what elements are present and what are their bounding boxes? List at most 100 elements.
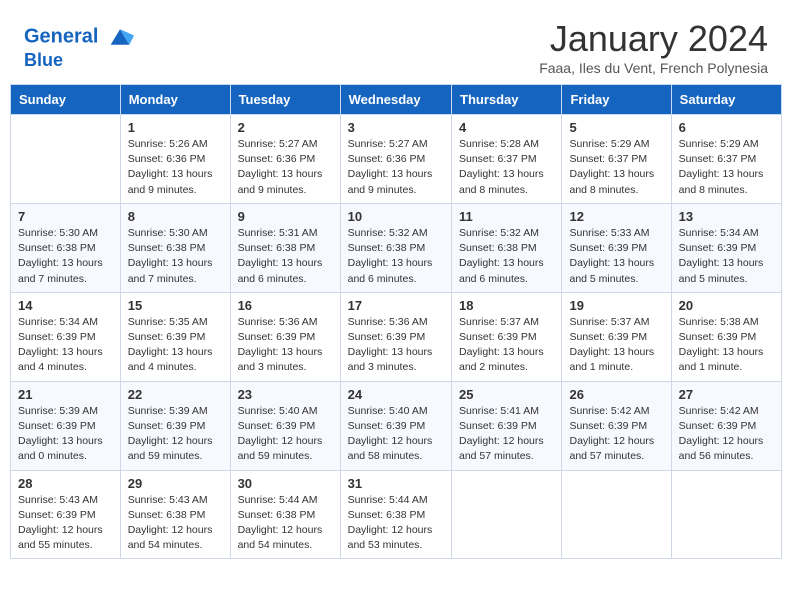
- calendar-cell: 23 Sunrise: 5:40 AM Sunset: 6:39 PM Dayli…: [230, 381, 340, 470]
- weekday-header-tuesday: Tuesday: [230, 85, 340, 115]
- day-info: Sunrise: 5:33 AM Sunset: 6:39 PM Dayligh…: [569, 226, 663, 287]
- calendar-week-4: 21Sunrise: 5:39 AM Sunset: 6:39 PM Dayli…: [11, 381, 782, 470]
- day-info: Sunrise: 5:44 AM Sunset: 6:38 PM Dayligh…: [238, 493, 333, 554]
- day-number: 5: [569, 120, 663, 135]
- calendar-cell: [562, 470, 671, 559]
- calendar-cell: 16 Sunrise: 5:36 AM Sunset: 6:39 PM Dayli…: [230, 292, 340, 381]
- calendar-cell: 15 Sunrise: 5:35 AM Sunset: 6:39 PM Dayli…: [120, 292, 230, 381]
- page-header: General Blue January 2024 Faaa, Iles du …: [0, 0, 792, 84]
- weekday-header-monday: Monday: [120, 85, 230, 115]
- day-number: 12: [569, 209, 663, 224]
- day-info: Sunrise: 5:44 AM Sunset: 6:38 PM Dayligh…: [348, 493, 444, 554]
- calendar-cell: 22Sunrise: 5:39 AM Sunset: 6:39 PM Dayli…: [120, 381, 230, 470]
- day-number: 24: [348, 387, 444, 402]
- day-info: Sunrise: 5:27 AM Sunset: 6:36 PM Dayligh…: [238, 137, 333, 198]
- day-number: 2: [238, 120, 333, 135]
- calendar-cell: 26 Sunrise: 5:42 AM Sunset: 6:39 PM Dayli…: [562, 381, 671, 470]
- location-subtitle: Faaa, Iles du Vent, French Polynesia: [539, 60, 768, 76]
- calendar-week-3: 14Sunrise: 5:34 AM Sunset: 6:39 PM Dayli…: [11, 292, 782, 381]
- calendar-week-5: 28 Sunrise: 5:43 AM Sunset: 6:39 PM Dayli…: [11, 470, 782, 559]
- calendar-container: SundayMondayTuesdayWednesdayThursdayFrid…: [0, 84, 792, 569]
- calendar-cell: [671, 470, 781, 559]
- day-number: 23: [238, 387, 333, 402]
- day-info: Sunrise: 5:43 AM Sunset: 6:38 PM Dayligh…: [128, 493, 223, 554]
- day-number: 20: [679, 298, 774, 313]
- day-number: 3: [348, 120, 444, 135]
- day-number: 17: [348, 298, 444, 313]
- calendar-cell: 27 Sunrise: 5:42 AM Sunset: 6:39 PM Dayli…: [671, 381, 781, 470]
- day-number: 9: [238, 209, 333, 224]
- title-block: January 2024 Faaa, Iles du Vent, French …: [539, 18, 768, 76]
- calendar-cell: 28 Sunrise: 5:43 AM Sunset: 6:39 PM Dayli…: [11, 470, 121, 559]
- day-info: Sunrise: 5:34 AM Sunset: 6:39 PM Dayligh…: [679, 226, 774, 287]
- day-info: Sunrise: 5:26 AM Sunset: 6:36 PM Dayligh…: [128, 137, 223, 198]
- logo-blue: Blue: [24, 51, 134, 71]
- day-info: Sunrise: 5:32 AM Sunset: 6:38 PM Dayligh…: [459, 226, 554, 287]
- day-info: Sunrise: 5:28 AM Sunset: 6:37 PM Dayligh…: [459, 137, 554, 198]
- day-info: Sunrise: 5:40 AM Sunset: 6:39 PM Dayligh…: [238, 404, 333, 465]
- day-info: Sunrise: 5:35 AM Sunset: 6:39 PM Dayligh…: [128, 315, 223, 376]
- day-info: Sunrise: 5:42 AM Sunset: 6:39 PM Dayligh…: [679, 404, 774, 465]
- day-number: 14: [18, 298, 113, 313]
- calendar-cell: 17 Sunrise: 5:36 AM Sunset: 6:39 PM Dayli…: [340, 292, 451, 381]
- day-number: 31: [348, 476, 444, 491]
- day-info: Sunrise: 5:29 AM Sunset: 6:37 PM Dayligh…: [569, 137, 663, 198]
- day-info: Sunrise: 5:36 AM Sunset: 6:39 PM Dayligh…: [238, 315, 333, 376]
- month-title: January 2024: [539, 18, 768, 60]
- day-number: 4: [459, 120, 554, 135]
- day-number: 26: [569, 387, 663, 402]
- day-info: Sunrise: 5:41 AM Sunset: 6:39 PM Dayligh…: [459, 404, 554, 465]
- weekday-header-thursday: Thursday: [452, 85, 562, 115]
- calendar-cell: 1Sunrise: 5:26 AM Sunset: 6:36 PM Daylig…: [120, 115, 230, 204]
- day-info: Sunrise: 5:42 AM Sunset: 6:39 PM Dayligh…: [569, 404, 663, 465]
- day-info: Sunrise: 5:37 AM Sunset: 6:39 PM Dayligh…: [569, 315, 663, 376]
- day-number: 11: [459, 209, 554, 224]
- day-info: Sunrise: 5:36 AM Sunset: 6:39 PM Dayligh…: [348, 315, 444, 376]
- day-number: 15: [128, 298, 223, 313]
- calendar-cell: 8 Sunrise: 5:30 AM Sunset: 6:38 PM Daylig…: [120, 203, 230, 292]
- calendar-cell: 30 Sunrise: 5:44 AM Sunset: 6:38 PM Dayli…: [230, 470, 340, 559]
- day-number: 25: [459, 387, 554, 402]
- calendar-week-2: 7Sunrise: 5:30 AM Sunset: 6:38 PM Daylig…: [11, 203, 782, 292]
- day-number: 21: [18, 387, 113, 402]
- calendar-cell: 20 Sunrise: 5:38 AM Sunset: 6:39 PM Dayli…: [671, 292, 781, 381]
- day-info: Sunrise: 5:30 AM Sunset: 6:38 PM Dayligh…: [128, 226, 223, 287]
- calendar-cell: 12 Sunrise: 5:33 AM Sunset: 6:39 PM Dayli…: [562, 203, 671, 292]
- day-number: 30: [238, 476, 333, 491]
- day-number: 16: [238, 298, 333, 313]
- day-number: 18: [459, 298, 554, 313]
- logo-text: General: [24, 23, 134, 51]
- calendar-cell: 13Sunrise: 5:34 AM Sunset: 6:39 PM Dayli…: [671, 203, 781, 292]
- day-number: 19: [569, 298, 663, 313]
- calendar-cell: 31 Sunrise: 5:44 AM Sunset: 6:38 PM Dayli…: [340, 470, 451, 559]
- calendar-table: SundayMondayTuesdayWednesdayThursdayFrid…: [10, 84, 782, 559]
- day-info: Sunrise: 5:38 AM Sunset: 6:39 PM Dayligh…: [679, 315, 774, 376]
- day-info: Sunrise: 5:30 AM Sunset: 6:38 PM Dayligh…: [18, 226, 113, 287]
- day-info: Sunrise: 5:27 AM Sunset: 6:36 PM Dayligh…: [348, 137, 444, 198]
- day-number: 27: [679, 387, 774, 402]
- day-info: Sunrise: 5:29 AM Sunset: 6:37 PM Dayligh…: [679, 137, 774, 198]
- calendar-cell: 6 Sunrise: 5:29 AM Sunset: 6:37 PM Daylig…: [671, 115, 781, 204]
- calendar-cell: [452, 470, 562, 559]
- calendar-cell: 5 Sunrise: 5:29 AM Sunset: 6:37 PM Daylig…: [562, 115, 671, 204]
- weekday-header-row: SundayMondayTuesdayWednesdayThursdayFrid…: [11, 85, 782, 115]
- calendar-cell: 9 Sunrise: 5:31 AM Sunset: 6:38 PM Daylig…: [230, 203, 340, 292]
- calendar-cell: [11, 115, 121, 204]
- calendar-cell: 19 Sunrise: 5:37 AM Sunset: 6:39 PM Dayli…: [562, 292, 671, 381]
- day-info: Sunrise: 5:43 AM Sunset: 6:39 PM Dayligh…: [18, 493, 113, 554]
- calendar-cell: 24Sunrise: 5:40 AM Sunset: 6:39 PM Dayli…: [340, 381, 451, 470]
- day-number: 29: [128, 476, 223, 491]
- calendar-cell: 2 Sunrise: 5:27 AM Sunset: 6:36 PM Daylig…: [230, 115, 340, 204]
- calendar-cell: 10Sunrise: 5:32 AM Sunset: 6:38 PM Dayli…: [340, 203, 451, 292]
- day-number: 8: [128, 209, 223, 224]
- day-info: Sunrise: 5:31 AM Sunset: 6:38 PM Dayligh…: [238, 226, 333, 287]
- day-number: 28: [18, 476, 113, 491]
- day-info: Sunrise: 5:37 AM Sunset: 6:39 PM Dayligh…: [459, 315, 554, 376]
- weekday-header-wednesday: Wednesday: [340, 85, 451, 115]
- day-number: 6: [679, 120, 774, 135]
- calendar-cell: 3 Sunrise: 5:27 AM Sunset: 6:36 PM Daylig…: [340, 115, 451, 204]
- logo: General Blue: [24, 23, 134, 71]
- calendar-week-1: 1Sunrise: 5:26 AM Sunset: 6:36 PM Daylig…: [11, 115, 782, 204]
- weekday-header-saturday: Saturday: [671, 85, 781, 115]
- day-number: 22: [128, 387, 223, 402]
